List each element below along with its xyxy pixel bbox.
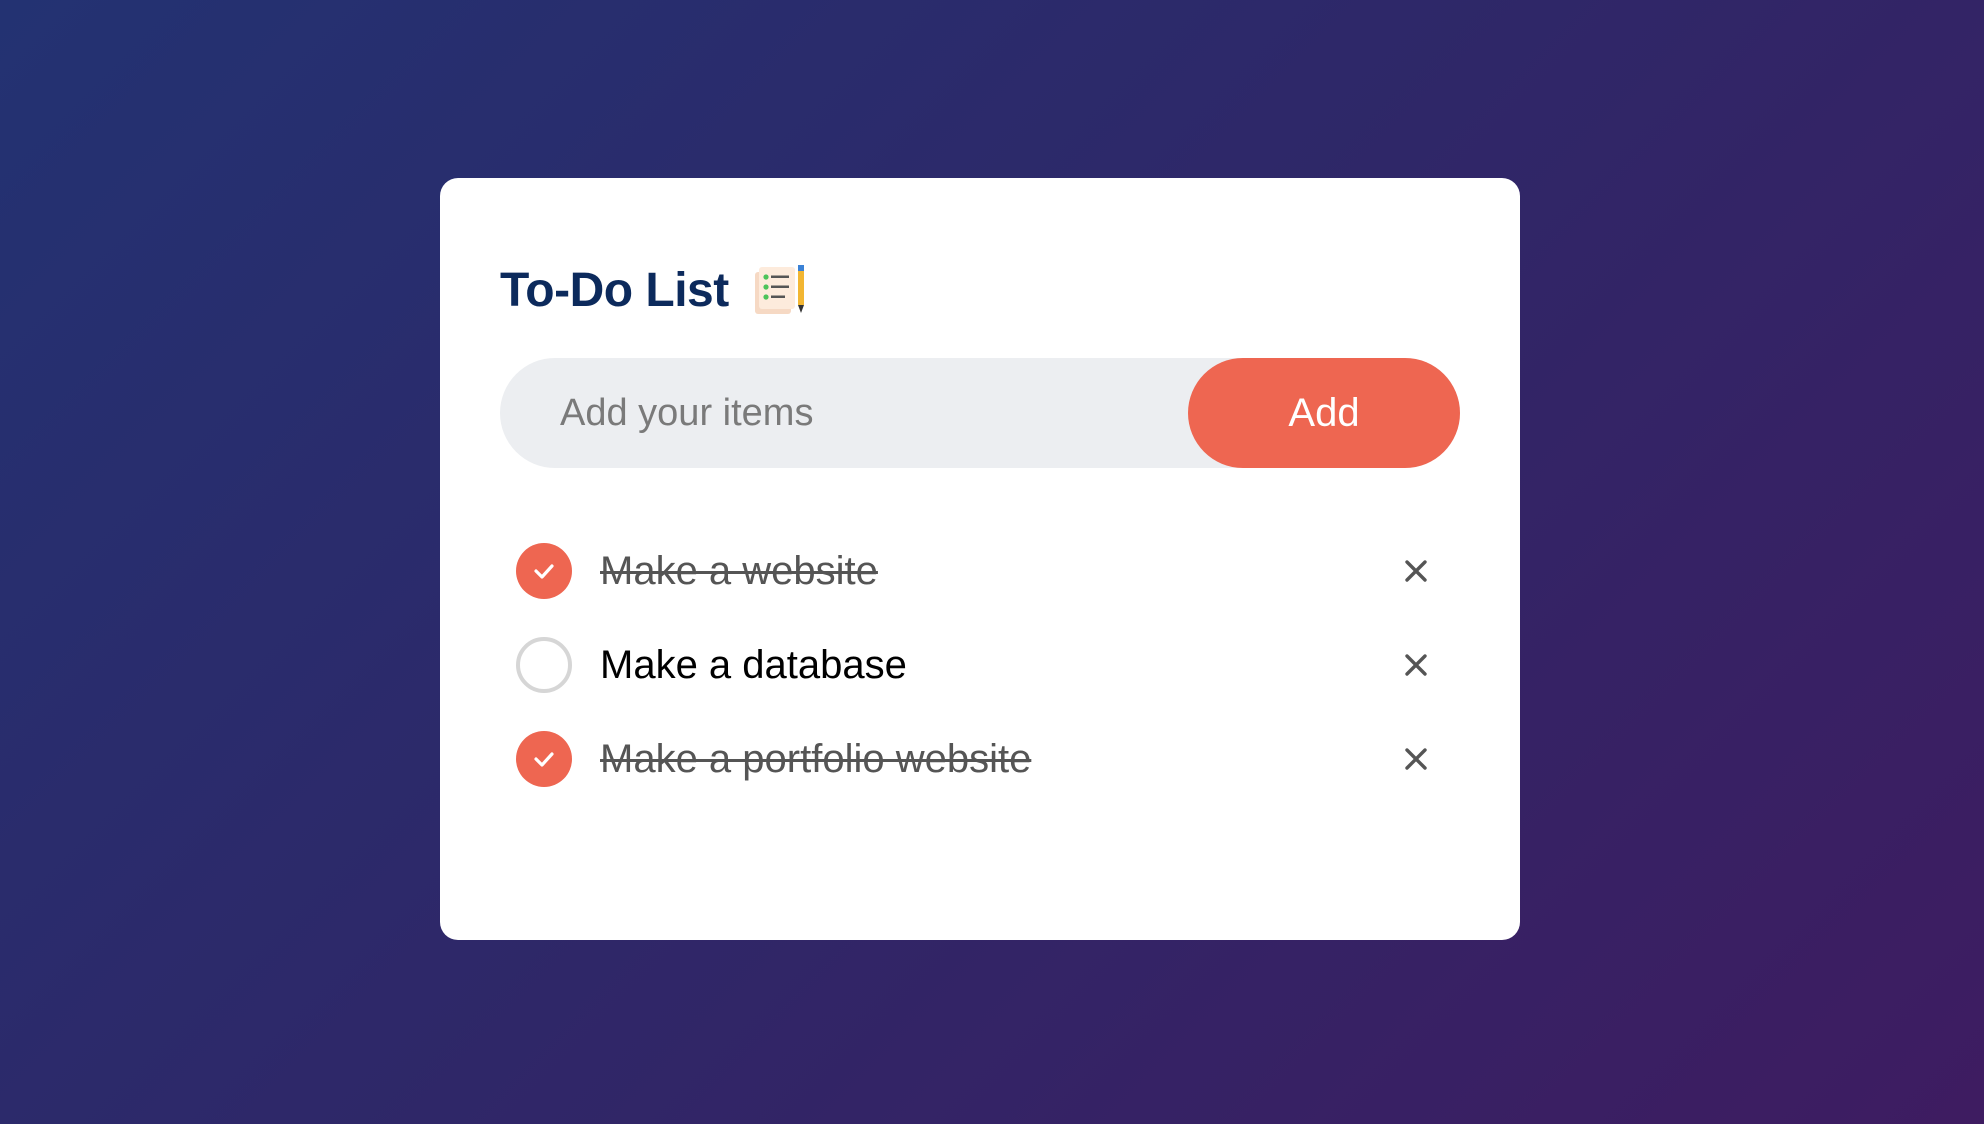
remove-item-button[interactable]: [1396, 551, 1436, 591]
todo-text: Make a portfolio website: [600, 736, 1032, 781]
checkmark-icon: [534, 564, 554, 579]
add-button[interactable]: Add: [1188, 358, 1460, 468]
add-item-input[interactable]: [500, 358, 1200, 468]
todo-item[interactable]: Make a portfolio website: [516, 712, 1436, 806]
todo-checkbox-checked[interactable]: [516, 543, 572, 599]
checklist-pencil-icon: [754, 265, 804, 314]
close-icon: [1405, 560, 1427, 582]
remove-item-button[interactable]: [1396, 739, 1436, 779]
close-icon: [1405, 654, 1427, 676]
page-title: To-Do List: [500, 263, 729, 317]
todo-checkbox-unchecked[interactable]: [516, 637, 572, 693]
todo-item[interactable]: Make a website: [516, 524, 1436, 618]
todo-text: Make a database: [600, 642, 907, 687]
todo-list: Make a website Make a database Make a po…: [516, 524, 1436, 806]
todo-checkbox-checked[interactable]: [516, 731, 572, 787]
remove-item-button[interactable]: [1396, 645, 1436, 685]
checkmark-icon: [534, 752, 554, 767]
todo-text: Make a website: [600, 548, 878, 593]
todo-card: To-Do List Add Make a website: [440, 178, 1520, 940]
close-icon: [1405, 748, 1427, 770]
title-row: To-Do List: [500, 260, 807, 320]
todo-item[interactable]: Make a database: [516, 618, 1436, 712]
add-item-row: Add: [500, 358, 1460, 468]
